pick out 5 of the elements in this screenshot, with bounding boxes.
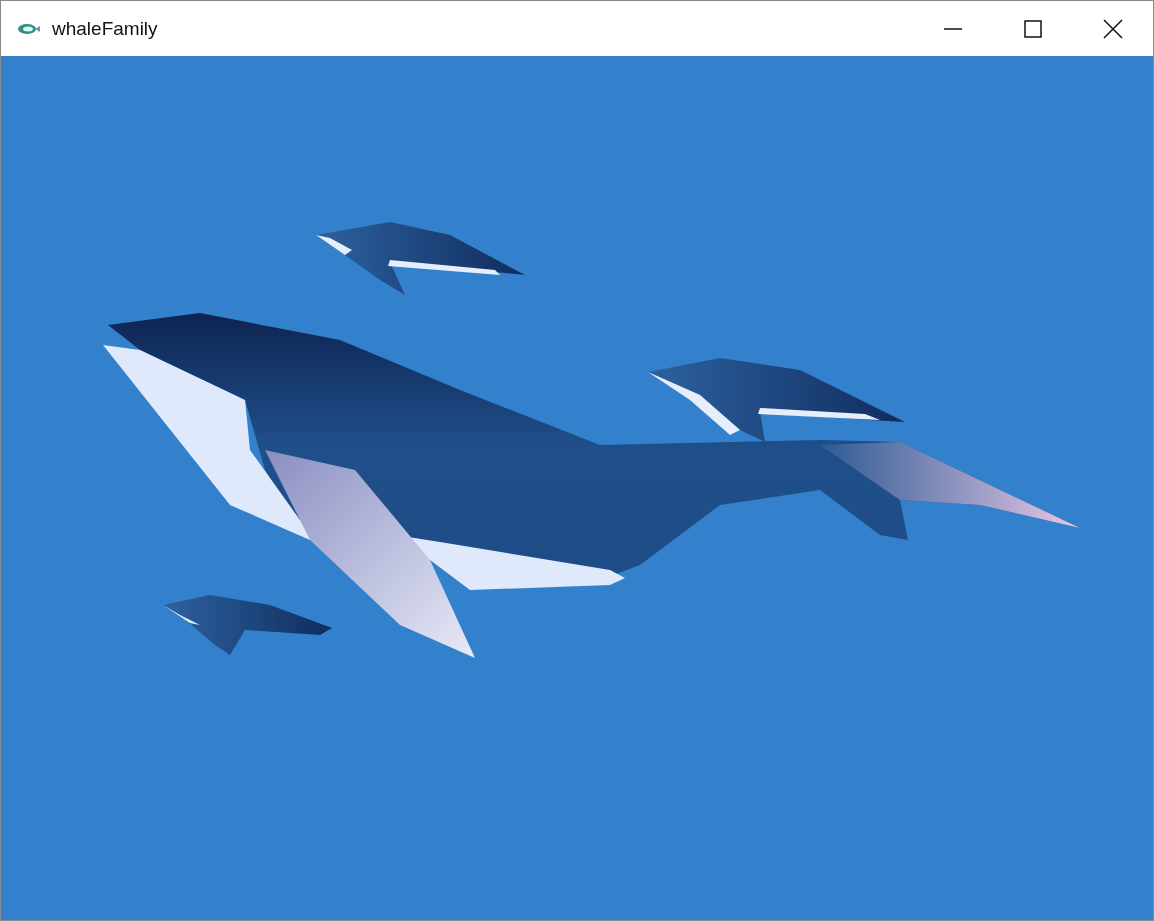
window-title: whaleFamily (52, 17, 158, 40)
close-icon (1103, 18, 1123, 39)
maximize-icon (1023, 18, 1043, 39)
minimize-icon (943, 27, 963, 30)
app-icon (16, 21, 40, 36)
